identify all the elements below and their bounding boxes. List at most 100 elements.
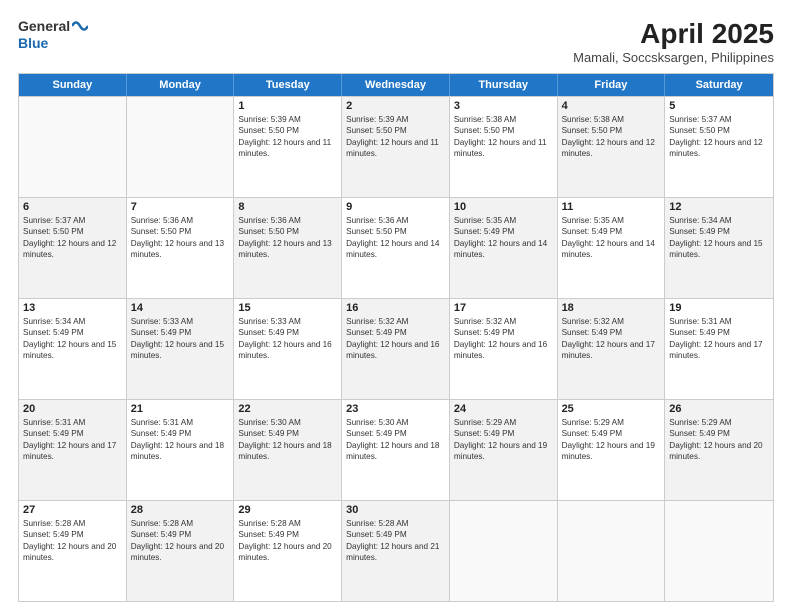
sunrise-text: Sunrise: 5:30 AM	[346, 417, 445, 428]
calendar-cell: 3 Sunrise: 5:38 AM Sunset: 5:50 PM Dayli…	[450, 97, 558, 197]
sunset-text: Sunset: 5:49 PM	[131, 327, 230, 338]
day-number: 13	[23, 302, 122, 314]
daylight-text: Daylight: 12 hours and 19 minutes.	[562, 440, 661, 463]
sunset-text: Sunset: 5:49 PM	[454, 327, 553, 338]
calendar-cell: 11 Sunrise: 5:35 AM Sunset: 5:49 PM Dayl…	[558, 198, 666, 298]
calendar-cell	[558, 501, 666, 601]
daylight-text: Daylight: 12 hours and 20 minutes.	[23, 541, 122, 564]
daylight-text: Daylight: 12 hours and 17 minutes.	[23, 440, 122, 463]
calendar-cell: 26 Sunrise: 5:29 AM Sunset: 5:49 PM Dayl…	[665, 400, 773, 500]
day-number: 14	[131, 302, 230, 314]
calendar-cell	[127, 97, 235, 197]
sunset-text: Sunset: 5:50 PM	[669, 125, 769, 136]
page: General Blue April 2025 Mamali, Soccsksa…	[0, 0, 792, 612]
daylight-text: Daylight: 12 hours and 15 minutes.	[23, 339, 122, 362]
day-number: 15	[238, 302, 337, 314]
day-number: 11	[562, 201, 661, 213]
calendar-header-day: Thursday	[450, 74, 558, 96]
title-location: Mamali, Soccsksargen, Philippines	[573, 50, 774, 65]
calendar-cell: 18 Sunrise: 5:32 AM Sunset: 5:49 PM Dayl…	[558, 299, 666, 399]
daylight-text: Daylight: 12 hours and 11 minutes.	[454, 137, 553, 160]
daylight-text: Daylight: 12 hours and 16 minutes.	[238, 339, 337, 362]
sunset-text: Sunset: 5:50 PM	[238, 226, 337, 237]
day-number: 7	[131, 201, 230, 213]
day-number: 19	[669, 302, 769, 314]
daylight-text: Daylight: 12 hours and 20 minutes.	[238, 541, 337, 564]
day-number: 23	[346, 403, 445, 415]
calendar-cell: 30 Sunrise: 5:28 AM Sunset: 5:49 PM Dayl…	[342, 501, 450, 601]
sunset-text: Sunset: 5:49 PM	[562, 327, 661, 338]
daylight-text: Daylight: 12 hours and 14 minutes.	[562, 238, 661, 261]
calendar-cell: 14 Sunrise: 5:33 AM Sunset: 5:49 PM Dayl…	[127, 299, 235, 399]
sunrise-text: Sunrise: 5:29 AM	[562, 417, 661, 428]
sunrise-text: Sunrise: 5:28 AM	[131, 518, 230, 529]
daylight-text: Daylight: 12 hours and 21 minutes.	[346, 541, 445, 564]
day-number: 6	[23, 201, 122, 213]
sunrise-text: Sunrise: 5:30 AM	[238, 417, 337, 428]
sunrise-text: Sunrise: 5:34 AM	[669, 215, 769, 226]
sunset-text: Sunset: 5:49 PM	[238, 428, 337, 439]
sunset-text: Sunset: 5:50 PM	[238, 125, 337, 136]
calendar-cell: 4 Sunrise: 5:38 AM Sunset: 5:50 PM Dayli…	[558, 97, 666, 197]
sunrise-text: Sunrise: 5:39 AM	[346, 114, 445, 125]
sunset-text: Sunset: 5:49 PM	[131, 428, 230, 439]
sunrise-text: Sunrise: 5:38 AM	[454, 114, 553, 125]
sunset-text: Sunset: 5:49 PM	[238, 529, 337, 540]
logo-blue-text: Blue	[18, 35, 88, 52]
calendar-cell: 28 Sunrise: 5:28 AM Sunset: 5:49 PM Dayl…	[127, 501, 235, 601]
sunrise-text: Sunrise: 5:35 AM	[454, 215, 553, 226]
title-month: April 2025	[573, 18, 774, 50]
day-number: 12	[669, 201, 769, 213]
daylight-text: Daylight: 12 hours and 14 minutes.	[346, 238, 445, 261]
sunrise-text: Sunrise: 5:39 AM	[238, 114, 337, 125]
daylight-text: Daylight: 12 hours and 12 minutes.	[669, 137, 769, 160]
sunrise-text: Sunrise: 5:38 AM	[562, 114, 661, 125]
title-block: April 2025 Mamali, Soccsksargen, Philipp…	[573, 18, 774, 65]
sunset-text: Sunset: 5:49 PM	[454, 226, 553, 237]
header: General Blue April 2025 Mamali, Soccsksa…	[18, 18, 774, 65]
sunrise-text: Sunrise: 5:35 AM	[562, 215, 661, 226]
daylight-text: Daylight: 12 hours and 12 minutes.	[562, 137, 661, 160]
calendar-week: 13 Sunrise: 5:34 AM Sunset: 5:49 PM Dayl…	[19, 298, 773, 399]
sunset-text: Sunset: 5:50 PM	[454, 125, 553, 136]
calendar-cell: 10 Sunrise: 5:35 AM Sunset: 5:49 PM Dayl…	[450, 198, 558, 298]
calendar-cell: 23 Sunrise: 5:30 AM Sunset: 5:49 PM Dayl…	[342, 400, 450, 500]
sunrise-text: Sunrise: 5:28 AM	[346, 518, 445, 529]
calendar-cell: 24 Sunrise: 5:29 AM Sunset: 5:49 PM Dayl…	[450, 400, 558, 500]
sunrise-text: Sunrise: 5:36 AM	[131, 215, 230, 226]
sunset-text: Sunset: 5:49 PM	[131, 529, 230, 540]
calendar-cell	[450, 501, 558, 601]
calendar: SundayMondayTuesdayWednesdayThursdayFrid…	[18, 73, 774, 602]
daylight-text: Daylight: 12 hours and 16 minutes.	[346, 339, 445, 362]
sunrise-text: Sunrise: 5:33 AM	[131, 316, 230, 327]
sunrise-text: Sunrise: 5:31 AM	[23, 417, 122, 428]
sunset-text: Sunset: 5:49 PM	[562, 226, 661, 237]
sunrise-text: Sunrise: 5:37 AM	[23, 215, 122, 226]
sunset-text: Sunset: 5:49 PM	[669, 428, 769, 439]
day-number: 2	[346, 100, 445, 112]
daylight-text: Daylight: 12 hours and 18 minutes.	[346, 440, 445, 463]
sunrise-text: Sunrise: 5:32 AM	[562, 316, 661, 327]
calendar-week: 27 Sunrise: 5:28 AM Sunset: 5:49 PM Dayl…	[19, 500, 773, 601]
daylight-text: Daylight: 12 hours and 20 minutes.	[131, 541, 230, 564]
sunset-text: Sunset: 5:49 PM	[23, 428, 122, 439]
day-number: 17	[454, 302, 553, 314]
sunset-text: Sunset: 5:49 PM	[346, 327, 445, 338]
sunrise-text: Sunrise: 5:29 AM	[454, 417, 553, 428]
calendar-cell: 6 Sunrise: 5:37 AM Sunset: 5:50 PM Dayli…	[19, 198, 127, 298]
day-number: 20	[23, 403, 122, 415]
sunrise-text: Sunrise: 5:28 AM	[23, 518, 122, 529]
daylight-text: Daylight: 12 hours and 13 minutes.	[238, 238, 337, 261]
calendar-week: 20 Sunrise: 5:31 AM Sunset: 5:49 PM Dayl…	[19, 399, 773, 500]
day-number: 4	[562, 100, 661, 112]
sunset-text: Sunset: 5:50 PM	[346, 226, 445, 237]
calendar-cell: 2 Sunrise: 5:39 AM Sunset: 5:50 PM Dayli…	[342, 97, 450, 197]
calendar-cell: 15 Sunrise: 5:33 AM Sunset: 5:49 PM Dayl…	[234, 299, 342, 399]
daylight-text: Daylight: 12 hours and 19 minutes.	[454, 440, 553, 463]
daylight-text: Daylight: 12 hours and 13 minutes.	[131, 238, 230, 261]
sunrise-text: Sunrise: 5:31 AM	[669, 316, 769, 327]
daylight-text: Daylight: 12 hours and 18 minutes.	[131, 440, 230, 463]
sunset-text: Sunset: 5:49 PM	[23, 529, 122, 540]
day-number: 18	[562, 302, 661, 314]
sunset-text: Sunset: 5:49 PM	[346, 529, 445, 540]
